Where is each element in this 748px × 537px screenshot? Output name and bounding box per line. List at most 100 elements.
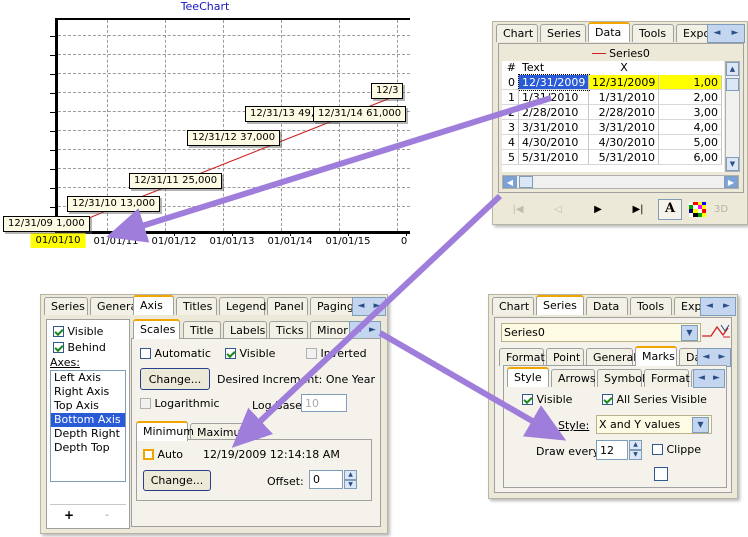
tab-axis[interactable]: Axis (133, 295, 174, 315)
inverted-checkbox[interactable] (306, 348, 317, 359)
automatic-checkbox[interactable] (140, 348, 151, 359)
offset-input[interactable]: 0 (309, 470, 343, 489)
marks-style-select[interactable]: X and Y values ▼ (596, 415, 712, 434)
nav-next-icon[interactable]: ► (719, 353, 726, 362)
nav-prev-icon[interactable]: ◄ (358, 302, 365, 311)
marks-visible-checkbox[interactable] (522, 394, 533, 405)
clipped-checkbox-row[interactable]: Clippe (652, 443, 701, 456)
subsubtab-style[interactable]: Style (507, 367, 549, 387)
tab-nav-buttons[interactable]: ◄ ► (352, 297, 386, 316)
tab-series[interactable]: Series (536, 295, 584, 315)
cell-y[interactable]: 2,00 (659, 90, 722, 105)
offset-spinner[interactable]: ▲ ▼ (344, 470, 357, 489)
axes-listbox[interactable]: Left Axis Right Axis Top Axis Bottom Axi… (50, 370, 126, 482)
table-row[interactable]: 2 2/28/2010 2/28/2010 3,00 (502, 105, 724, 120)
extra-checkbox[interactable] (654, 467, 668, 481)
tab-tools[interactable]: Tools (630, 297, 672, 315)
scales-visible-checkbox[interactable] (225, 348, 236, 359)
tab-data[interactable]: Data (586, 297, 628, 315)
subsubtab-arrows[interactable]: Arrows (551, 369, 596, 387)
clipped-checkbox[interactable] (652, 444, 663, 455)
behind-checkbox-row[interactable]: Behind (47, 338, 129, 354)
subsubtab-format[interactable]: Format (644, 369, 690, 387)
subtab-general[interactable]: General (586, 348, 636, 366)
auto-checkbox[interactable] (143, 449, 154, 460)
scroll-down-icon[interactable]: ▼ (726, 157, 739, 171)
subtab-format[interactable]: Format (499, 348, 545, 366)
tab-data[interactable]: Data (588, 22, 630, 42)
add-axis-button[interactable]: + (50, 505, 88, 525)
tab-nav-buttons[interactable]: ◄ ► (707, 24, 745, 43)
last-record-icon[interactable]: ▶| (618, 204, 658, 215)
table-row[interactable]: 3 3/31/2010 3/31/2010 4,00 (502, 120, 724, 135)
list-item-depth-right[interactable]: Depth Right (51, 427, 125, 441)
subsubtab-symbol[interactable]: Symbol (597, 369, 645, 387)
tab-nav-buttons[interactable]: ◄ ► (700, 297, 736, 316)
visible-checkbox[interactable] (53, 326, 64, 337)
scroll-left-icon[interactable]: ◀ (503, 176, 517, 188)
scroll-right-icon[interactable]: ▶ (724, 176, 738, 188)
spin-up-icon[interactable]: ▲ (629, 440, 642, 450)
cell-x[interactable]: 5/31/2010 (589, 150, 659, 165)
cell-text[interactable]: 1/31/2010 (519, 90, 589, 105)
cell-x[interactable]: 1/31/2010 (589, 90, 659, 105)
cell-y[interactable]: 1,00 (659, 75, 722, 90)
cell-y[interactable]: 6,00 (659, 150, 722, 165)
nav-prev-icon[interactable]: ◄ (698, 374, 705, 383)
spin-up-icon[interactable]: ▲ (344, 470, 357, 480)
scales-visible-checkbox-row[interactable]: Visible (225, 347, 275, 360)
behind-checkbox[interactable] (53, 342, 64, 353)
subsubtab-nav-buttons[interactable]: ◄ ► (693, 369, 725, 388)
logarithmic-checkbox[interactable] (140, 398, 151, 409)
subtab-point[interactable]: Point (546, 348, 584, 366)
grid-horizontal-scrollbar[interactable]: ◀ ▶ (502, 175, 739, 189)
nav-prev-icon[interactable]: ◄ (706, 302, 713, 311)
cell-text-selected[interactable]: 12/31/2009 (518, 74, 590, 91)
nav-next-icon[interactable]: ► (732, 29, 739, 38)
cell-y[interactable]: 5,00 (659, 135, 722, 150)
log-base-input[interactable]: 10 (301, 394, 347, 412)
subtab-minimum[interactable]: Minimum (136, 421, 194, 441)
table-row[interactable]: 5 5/31/2010 5/31/2010 6,00 (502, 150, 724, 165)
cell-text[interactable]: 2/28/2010 (519, 105, 589, 120)
first-record-icon[interactable]: |◀ (498, 204, 538, 215)
change-minimum-button[interactable]: Change... (143, 470, 211, 491)
automatic-checkbox-row[interactable]: Automatic (140, 347, 211, 360)
cell-x[interactable]: 2/28/2010 (589, 105, 659, 120)
table-row[interactable]: 1 1/31/2010 1/31/2010 2,00 (502, 90, 724, 105)
nav-next-icon[interactable]: ► (369, 326, 376, 335)
cell-x[interactable]: 12/31/2009 (589, 75, 659, 90)
threed-button[interactable]: 3D (714, 204, 728, 215)
draw-every-spinner[interactable]: ▲ ▼ (629, 440, 642, 460)
tab-paging[interactable]: Paging (310, 297, 355, 315)
subtab-labels[interactable]: Labels (223, 321, 267, 339)
subtab-minor[interactable]: Minor (310, 321, 351, 339)
list-item-top-axis[interactable]: Top Axis (51, 399, 125, 413)
tab-tools[interactable]: Tools (632, 24, 674, 42)
marks-visible-checkbox-row[interactable]: Visible (522, 393, 572, 406)
tab-panel[interactable]: Panel (267, 297, 308, 315)
subtab-marks[interactable]: Marks (635, 346, 677, 366)
cell-x[interactable]: 4/30/2010 (589, 135, 659, 150)
inverted-checkbox-row[interactable]: Inverted (306, 347, 378, 360)
next-record-icon[interactable]: ▶ (578, 204, 618, 215)
all-series-visible-checkbox-row[interactable]: All Series Visible (602, 393, 707, 406)
table-row[interactable]: 4 4/30/2010 4/30/2010 5,00 (502, 135, 724, 150)
change-increment-button[interactable]: Change... (140, 368, 210, 390)
grid-vertical-scrollbar[interactable]: ▲ ▼ (725, 61, 740, 172)
all-series-visible-checkbox[interactable] (602, 394, 613, 405)
scroll-up-icon[interactable]: ▲ (726, 62, 739, 76)
tab-series[interactable]: Series (44, 297, 88, 315)
subtab-title[interactable]: Title (183, 321, 221, 339)
remove-axis-button[interactable]: - (88, 505, 126, 525)
cell-x[interactable]: 3/31/2010 (589, 120, 659, 135)
tab-chart[interactable]: Chart (492, 297, 534, 315)
tab-legend[interactable]: Legend (219, 297, 266, 315)
chevron-down-icon[interactable]: ▼ (692, 417, 709, 433)
nav-next-icon[interactable]: ► (374, 302, 381, 311)
tab-chart[interactable]: Chart (496, 24, 538, 42)
cell-text[interactable]: 5/31/2010 (519, 150, 589, 165)
cell-y[interactable]: 4,00 (659, 120, 722, 135)
tab-titles[interactable]: Titles (176, 297, 217, 315)
data-grid[interactable]: # Text X 0 12/31/2009 12/31/2009 1,00 1 … (502, 61, 724, 172)
